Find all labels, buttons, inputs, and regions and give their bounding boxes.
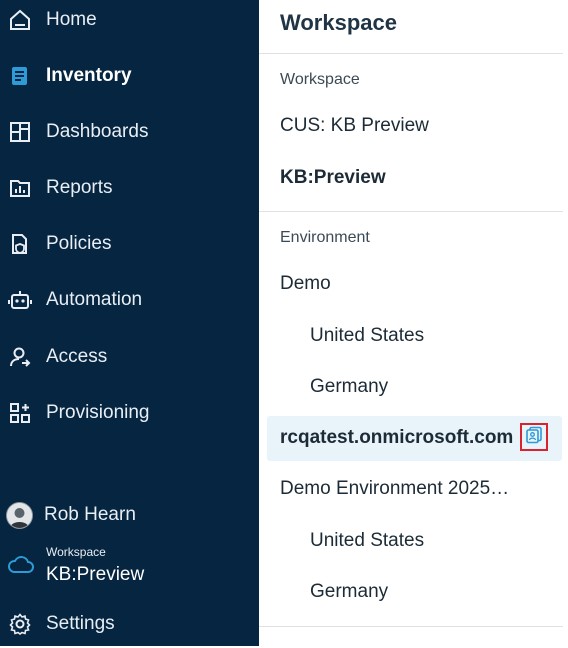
sidebar-item-label: Access	[46, 346, 108, 367]
environment-region-option[interactable]: Germany	[310, 376, 388, 398]
divider	[259, 211, 563, 212]
environment-option-label: rcqatest.onmicrosoft.com	[280, 427, 514, 448]
environment-region-option[interactable]: United States	[310, 530, 424, 552]
sidebar-item-provisioning[interactable]: Provisioning	[0, 389, 259, 437]
workspace-switcher[interactable]: Workspace KB:Preview	[0, 540, 259, 590]
sidebar-item-label: Inventory	[46, 65, 132, 86]
panel-title: Workspace	[280, 10, 397, 35]
workspace-panel: Workspace Workspace CUS: KB Preview KB:P…	[259, 0, 568, 646]
copy-button[interactable]	[520, 423, 548, 451]
sidebar-item-label: Provisioning	[46, 402, 150, 423]
workspace-caption: Workspace	[46, 545, 106, 559]
sidebar-item-dashboards[interactable]: Dashboards	[0, 108, 259, 156]
gear-icon	[7, 611, 33, 637]
divider	[259, 626, 563, 627]
user-name: Rob Hearn	[44, 504, 136, 525]
sidebar-item-label: Policies	[46, 233, 112, 254]
sidebar-item-access[interactable]: Access	[0, 333, 259, 381]
sidebar-item-label: Home	[46, 9, 97, 30]
copy-icon	[525, 426, 543, 449]
automation-icon	[7, 287, 33, 313]
policies-icon	[7, 231, 33, 257]
sidebar-item-automation[interactable]: Automation	[0, 276, 259, 324]
sidebar-item-policies[interactable]: Policies	[0, 220, 259, 268]
divider	[259, 53, 563, 54]
sidebar-item-label: Settings	[46, 613, 115, 634]
user-profile[interactable]: Rob Hearn	[0, 496, 259, 534]
reports-icon	[7, 175, 33, 201]
sidebar-item-inventory[interactable]: Inventory	[0, 52, 259, 100]
sidebar-item-label: Automation	[46, 289, 143, 310]
workspace-option-selected[interactable]: KB:Preview	[280, 167, 386, 189]
home-icon	[7, 7, 33, 33]
environment-option[interactable]: Demo Environment 2025…	[280, 478, 510, 500]
section-label-environment: Environment	[280, 229, 370, 246]
inventory-icon	[7, 63, 33, 89]
dashboards-icon	[7, 119, 33, 145]
sidebar-item-label: Reports	[46, 177, 113, 198]
environment-option-selected[interactable]: rcqatest.onmicrosoft.com	[267, 416, 562, 461]
workspace-name: KB:Preview	[46, 564, 145, 585]
environment-region-option[interactable]: Germany	[310, 581, 388, 603]
sidebar-item-label: Dashboards	[46, 121, 149, 142]
sidebar-item-settings[interactable]: Settings	[0, 600, 259, 648]
cloud-icon	[7, 554, 35, 579]
access-icon	[7, 344, 33, 370]
workspace-option[interactable]: CUS: KB Preview	[280, 115, 429, 137]
section-label-workspace: Workspace	[280, 71, 360, 88]
provisioning-icon	[7, 400, 33, 426]
sidebar-item-home[interactable]: Home	[0, 0, 259, 44]
avatar	[6, 501, 33, 529]
environment-region-option[interactable]: United States	[310, 325, 424, 347]
sidebar-item-reports[interactable]: Reports	[0, 164, 259, 212]
sidebar: Home Inventory Dashboards Reports Polici…	[0, 0, 259, 646]
environment-option[interactable]: Demo	[280, 273, 331, 295]
